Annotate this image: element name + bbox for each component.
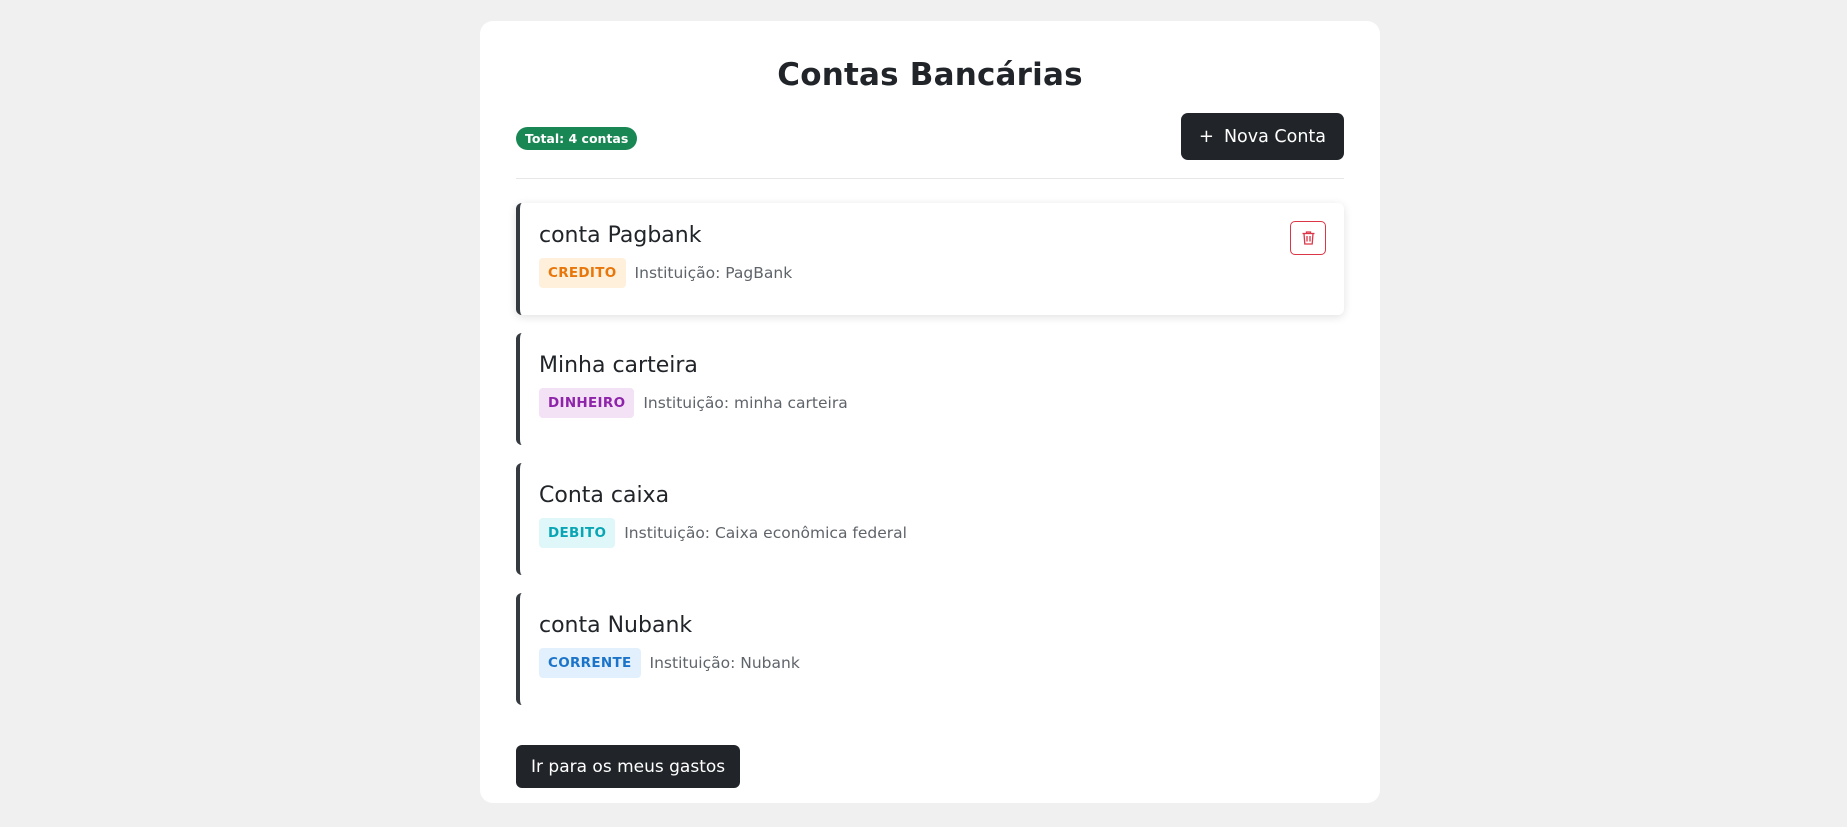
account-meta: DEBITO Instituição: Caixa econômica fede… [539, 518, 1324, 548]
account-name: conta Pagbank [539, 223, 702, 248]
account-institution: Instituição: PagBank [634, 264, 793, 282]
goto-expenses-button[interactable]: Ir para os meus gastos [516, 745, 741, 788]
account-meta: CORRENTE Instituição: Nubank [539, 648, 1324, 678]
new-account-label: Nova Conta [1223, 126, 1326, 147]
header-divider [516, 178, 1344, 179]
account-name: Conta caixa [539, 483, 670, 508]
accounts-card: Contas Bancárias Total: 4 contas + Nova … [480, 21, 1380, 803]
plus-icon: + [1198, 125, 1214, 147]
page-title: Contas Bancárias [777, 57, 1083, 93]
account-item[interactable]: Conta caixa DEBITO Instituição: Caixa ec… [516, 463, 1344, 575]
account-item[interactable]: conta Pagbank CREDITO Instituição: PagBa… [516, 203, 1344, 315]
account-meta: DINHEIRO Instituição: minha carteira [539, 388, 1324, 418]
account-type-badge: CREDITO [539, 258, 626, 288]
account-list: conta Pagbank CREDITO Instituição: PagBa… [516, 203, 1344, 723]
account-institution: Instituição: minha carteira [643, 394, 848, 412]
account-name: Minha carteira [539, 353, 698, 378]
account-type-badge: DEBITO [539, 518, 616, 548]
account-type-badge: DINHEIRO [539, 388, 635, 418]
account-meta: CREDITO Instituição: PagBank [539, 258, 1324, 288]
trash-icon [1302, 231, 1314, 245]
account-name: conta Nubank [539, 613, 693, 638]
delete-account-button[interactable] [1290, 221, 1326, 255]
account-item[interactable]: Minha carteira DINHEIRO Instituição: min… [516, 333, 1344, 445]
account-type-badge: CORRENTE [539, 648, 641, 678]
account-institution: Instituição: Nubank [649, 654, 800, 672]
account-institution: Instituição: Caixa econômica federal [624, 524, 907, 542]
new-account-button[interactable]: + Nova Conta [1180, 113, 1344, 160]
total-accounts-badge: Total: 4 contas [516, 127, 638, 150]
account-item[interactable]: conta Nubank CORRENTE Instituição: Nuban… [516, 593, 1344, 705]
